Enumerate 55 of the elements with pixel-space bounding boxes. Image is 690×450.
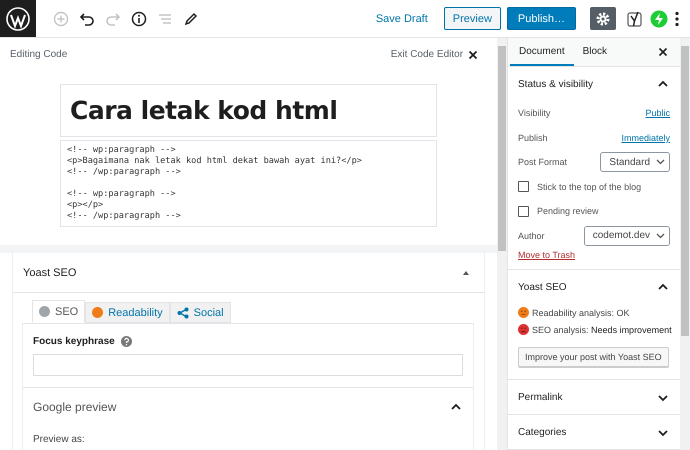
settings-button[interactable] (590, 7, 616, 30)
keyphrase-field[interactable] (33, 354, 464, 376)
analysis-tab[interactable]: SEO (32, 300, 86, 323)
more-icon[interactable] (674, 10, 680, 26)
analysis-text: Readability analysis: OK (532, 308, 630, 318)
title-field[interactable]: Cara letak kod html (60, 84, 438, 137)
field-label: Publish (518, 132, 548, 143)
panel-title: Yoast SEO (518, 282, 567, 292)
analysis-tab[interactable]: Social (170, 302, 231, 323)
scrollbar-thumb[interactable] (681, 46, 689, 336)
dropdown[interactable]: codemot.dev (584, 226, 670, 246)
field-label: Visibility (518, 108, 550, 118)
field-label: Post Format (518, 157, 568, 168)
pencil-icon[interactable] (183, 10, 199, 26)
panel-title: Status & visibility (518, 78, 594, 90)
field-label: Author (518, 230, 545, 241)
chevron-down-icon (656, 159, 666, 166)
analysis-text: SEO analysis: Needs improvement (532, 324, 672, 334)
info-icon[interactable] (131, 10, 147, 26)
close-icon (468, 50, 478, 60)
panel-title: Permalink (518, 392, 562, 402)
field-label: Preview as: (33, 434, 86, 445)
settings-icon (595, 10, 611, 26)
move-to-trash-link[interactable]: Move to Trash (518, 250, 576, 260)
close-icon[interactable] (658, 47, 668, 57)
improve-button[interactable]: Improve your post with Yoast SEO (518, 347, 669, 367)
collapse-icon[interactable] (462, 270, 470, 276)
preview-button[interactable]: Preview (444, 7, 501, 30)
sidebar-tab[interactable]: Block (574, 38, 616, 66)
undo-icon[interactable] (79, 10, 95, 26)
code-editor[interactable]: <!-- wp:paragraph --> <p>Bagaimana nak letak kod html dekat bawah ayat ini?</p> <!-- /wp:paragraph --> <!-- wp:paragraph --> <p></p> <!-- /wp:paragraph --> (60, 140, 438, 227)
checkbox[interactable] (518, 181, 530, 192)
sidebar-tab[interactable]: Document (510, 38, 574, 66)
section-title: Google preview (33, 400, 116, 414)
panel-title: Yoast SEO (23, 266, 76, 278)
mode-label: Editing Code (10, 49, 68, 60)
wordpress-icon (6, 6, 30, 30)
dropdown[interactable]: Standard (600, 152, 670, 172)
help-icon[interactable] (120, 336, 132, 347)
save-draft-button[interactable]: Save Draft (370, 8, 434, 28)
value-link[interactable]: Immediately (622, 132, 670, 143)
chevron-down-icon (656, 232, 666, 239)
share-icon (176, 306, 189, 318)
publish-button[interactable]: Publish… (506, 7, 576, 30)
checkbox-label: Pending review (537, 206, 599, 216)
value-link[interactable]: Public (646, 108, 670, 118)
checkbox-label: Stick to the top of the blog (537, 182, 642, 192)
wordpress-logo[interactable] (0, 0, 36, 37)
panel-title: Categories (518, 426, 566, 438)
yoast-icon[interactable] (626, 10, 644, 28)
field-label: Focus keyphrase (33, 336, 115, 347)
scrollbar-thumb[interactable] (498, 46, 506, 251)
analysis-tab[interactable]: Readability (85, 302, 170, 323)
checkbox[interactable] (518, 206, 530, 217)
exit-code-editor-button[interactable]: Exit Code Editor (390, 49, 478, 60)
